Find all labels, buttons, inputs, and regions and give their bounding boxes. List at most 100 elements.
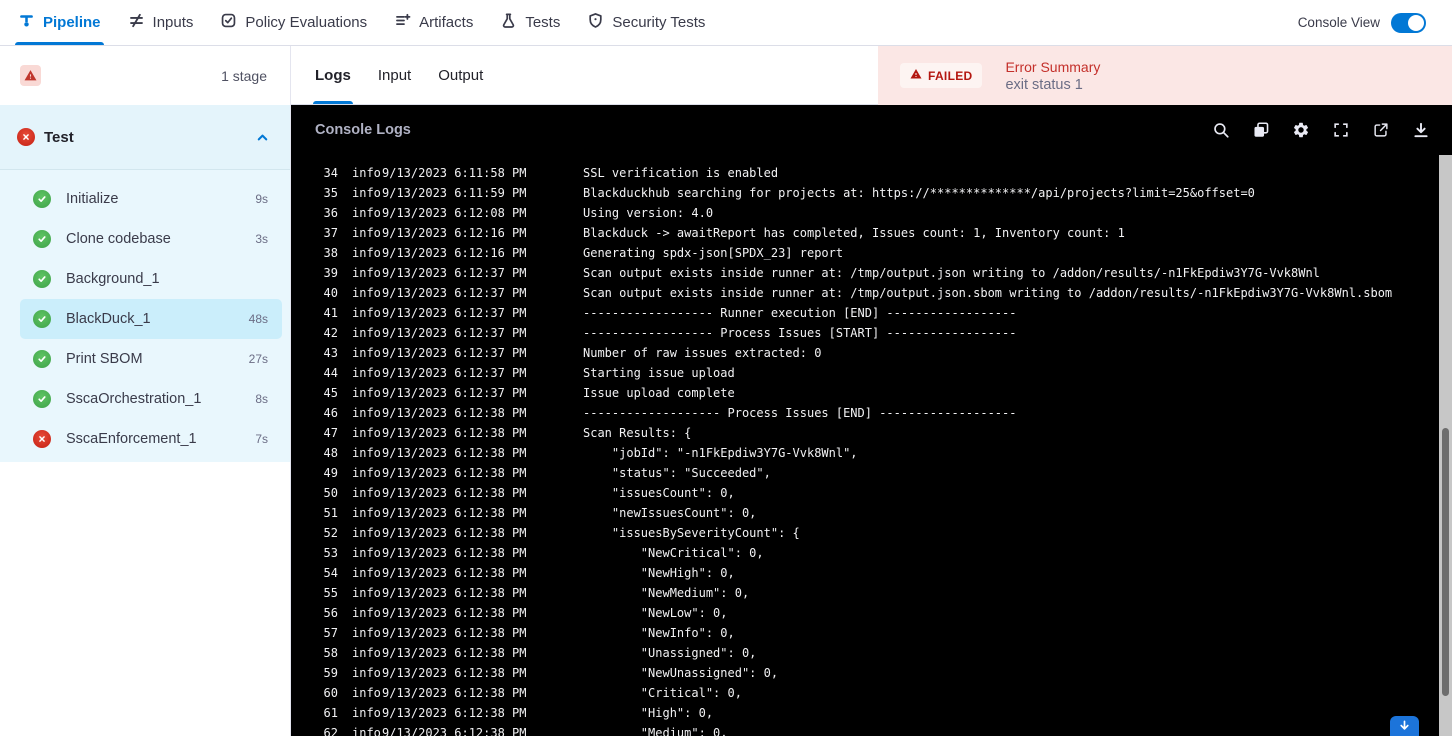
- step-duration: 48s: [248, 312, 268, 326]
- log-message: Number of raw issues extracted: 0: [583, 346, 822, 360]
- log-line: 39 info 9/13/2023 6:12:37 PM Scan output…: [291, 263, 1439, 283]
- log-message: "NewInfo": 0,: [583, 626, 735, 640]
- step-name: SscaEnforcement_1: [66, 431, 197, 447]
- log-line-number: 45: [323, 386, 338, 400]
- log-line: 44 info 9/13/2023 6:12:37 PM Starting is…: [291, 363, 1439, 383]
- tab-label: Inputs: [152, 14, 194, 31]
- log-message: ------------------- Process Issues [END]…: [583, 406, 1017, 420]
- step-row[interactable]: Clone codebase 3s: [20, 219, 282, 259]
- inputs-icon: [128, 12, 145, 33]
- log-level: info: [352, 486, 381, 500]
- log-timestamp: 9/13/2023 6:12:38 PM: [382, 686, 527, 700]
- log-message: ------------------ Process Issues [START…: [583, 326, 1017, 340]
- log-message: "NewCritical": 0,: [583, 546, 764, 560]
- log-line: 46 info 9/13/2023 6:12:38 PM -----------…: [291, 403, 1439, 423]
- log-timestamp: 9/13/2023 6:12:38 PM: [382, 466, 527, 480]
- scroll-to-bottom-button[interactable]: [1390, 716, 1419, 736]
- stage-name: Test: [44, 128, 74, 146]
- console-title: Console Logs: [315, 122, 411, 138]
- log-line-number: 42: [323, 326, 338, 340]
- log-line-number: 51: [323, 506, 338, 520]
- log-timestamp: 9/13/2023 6:12:38 PM: [382, 446, 527, 460]
- log-message: Generating spdx-json[SPDX_23] report: [583, 246, 844, 260]
- log-timestamp: 9/13/2023 6:12:38 PM: [382, 506, 527, 520]
- log-timestamp: 9/13/2023 6:12:38 PM: [382, 546, 527, 560]
- console-panel: Console Logs 34 info 9/13/2023 6:11:58 P…: [291, 105, 1452, 736]
- log-line-number: 60: [323, 686, 338, 700]
- console-view-toggle[interactable]: [1391, 12, 1426, 33]
- log-line: 52 info 9/13/2023 6:12:38 PM "issuesBySe…: [291, 523, 1439, 543]
- log-timestamp: 9/13/2023 6:12:38 PM: [382, 406, 527, 420]
- step-row[interactable]: Background_1: [20, 259, 282, 299]
- log-level: info: [352, 266, 381, 280]
- scrollbar-thumb[interactable]: [1442, 428, 1449, 696]
- tab-inputs[interactable]: Inputs: [128, 0, 194, 45]
- tab-logs[interactable]: Logs: [313, 46, 353, 104]
- log-line-number: 54: [323, 566, 338, 580]
- step-duration: 8s: [255, 392, 268, 406]
- log-message: Blackduckhub searching for projects at: …: [583, 186, 1255, 200]
- tab-output[interactable]: Output: [438, 46, 483, 104]
- arrow-down-icon: [1400, 720, 1409, 730]
- tab-label: Tests: [525, 14, 561, 31]
- console-scrollbar[interactable]: [1439, 155, 1452, 736]
- copy-icon[interactable]: [1252, 121, 1270, 139]
- tab-security-tests[interactable]: Security Tests: [587, 0, 705, 45]
- step-list: Initialize 9s Clone codebase 3s Backgrou…: [0, 170, 290, 462]
- log-level: info: [352, 166, 381, 180]
- search-icon[interactable]: [1212, 121, 1230, 139]
- log-line: 36 info 9/13/2023 6:12:08 PM Using versi…: [291, 203, 1439, 223]
- log-line-number: 55: [323, 586, 338, 600]
- log-level: info: [352, 506, 381, 520]
- log-level: info: [352, 206, 381, 220]
- log-line: 53 info 9/13/2023 6:12:38 PM "NewCritica…: [291, 543, 1439, 563]
- log-message: "status": "Succeeded",: [583, 466, 771, 480]
- success-status-icon: [33, 390, 51, 408]
- step-name: Background_1: [66, 271, 160, 287]
- chevron-up-icon[interactable]: [255, 130, 270, 145]
- log-line-number: 62: [323, 726, 338, 736]
- settings-gear-icon[interactable]: [1292, 121, 1310, 139]
- fullscreen-icon[interactable]: [1332, 121, 1350, 139]
- console-log-area[interactable]: 34 info 9/13/2023 6:11:58 PM SSL verific…: [291, 155, 1439, 736]
- tab-tests[interactable]: Tests: [500, 0, 560, 45]
- log-line-number: 39: [323, 266, 338, 280]
- step-duration: 3s: [255, 232, 268, 246]
- log-line-number: 38: [323, 246, 338, 260]
- log-message: "newIssuesCount": 0,: [583, 506, 757, 520]
- step-row[interactable]: BlackDuck_1 48s: [20, 299, 282, 339]
- tab-label: Artifacts: [419, 14, 474, 31]
- log-line-number: 43: [323, 346, 338, 360]
- log-timestamp: 9/13/2023 6:12:38 PM: [382, 426, 527, 440]
- log-message: Using version: 4.0: [583, 206, 714, 220]
- top-navigation: Pipeline Inputs Policy Evaluations Artif…: [0, 0, 1452, 46]
- console-header: Console Logs: [291, 105, 1452, 155]
- warning-icon: [20, 65, 41, 86]
- open-in-new-icon[interactable]: [1372, 121, 1390, 139]
- download-icon[interactable]: [1412, 121, 1430, 139]
- log-line: 48 info 9/13/2023 6:12:38 PM "jobId": "-…: [291, 443, 1439, 463]
- tab-policy-evaluations[interactable]: Policy Evaluations: [220, 0, 367, 45]
- log-timestamp: 9/13/2023 6:12:16 PM: [382, 246, 527, 260]
- log-message: "Critical": 0,: [583, 686, 742, 700]
- log-message: "issuesCount": 0,: [583, 486, 735, 500]
- log-line: 51 info 9/13/2023 6:12:38 PM "newIssuesC…: [291, 503, 1439, 523]
- stage-header-test[interactable]: Test: [0, 105, 290, 170]
- step-row[interactable]: SscaEnforcement_1 7s: [20, 419, 282, 459]
- log-line-number: 36: [323, 206, 338, 220]
- step-row[interactable]: Print SBOM 27s: [20, 339, 282, 379]
- tab-input[interactable]: Input: [378, 46, 411, 104]
- step-duration: 7s: [255, 432, 268, 446]
- tab-artifacts[interactable]: Artifacts: [394, 0, 473, 45]
- step-row[interactable]: Initialize 9s: [20, 179, 282, 219]
- log-message: ------------------ Runner execution [END…: [583, 306, 1017, 320]
- log-message: Blackduck -> awaitReport has completed, …: [583, 226, 1125, 240]
- log-line: 62 info 9/13/2023 6:12:38 PM "Medium": 0…: [291, 723, 1439, 736]
- error-summary-text: Error Summary exit status 1: [1005, 59, 1100, 93]
- tab-pipeline[interactable]: Pipeline: [15, 0, 104, 45]
- log-line: 50 info 9/13/2023 6:12:38 PM "issuesCoun…: [291, 483, 1439, 503]
- step-row[interactable]: SscaOrchestration_1 8s: [20, 379, 282, 419]
- stage-summary-bar: 1 stage: [0, 46, 290, 105]
- tab-label: Policy Evaluations: [245, 14, 368, 31]
- log-line-number: 56: [323, 606, 338, 620]
